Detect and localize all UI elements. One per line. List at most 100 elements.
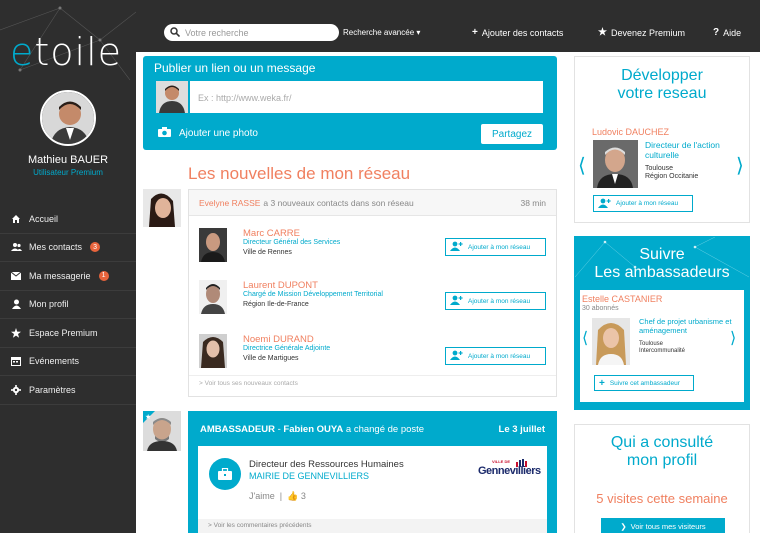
add-to-network-button[interactable]: Ajouter à mon réseau xyxy=(445,347,546,365)
like-count: 3 xyxy=(300,491,306,501)
sidebar-item-label: Accueil xyxy=(29,213,59,224)
follow-ambassador-button[interactable]: + Suivre cet ambassadeur xyxy=(594,375,694,391)
sidebar-item-profil[interactable]: Mon profil xyxy=(0,291,136,319)
app-logo[interactable]: etoile xyxy=(10,30,122,74)
add-contacts-label: Ajouter des contacts xyxy=(481,27,564,38)
like-button[interactable]: J'aime xyxy=(249,491,275,501)
add-photo-button[interactable]: Ajouter une photo xyxy=(158,127,258,140)
logo-text: toile xyxy=(34,30,123,74)
chevron-left-icon[interactable]: ⟨ xyxy=(582,328,588,347)
sidebar-item-label: Ma messagerie xyxy=(29,270,91,281)
ambassador-name[interactable]: Estelle CASTANIER xyxy=(582,294,662,304)
ambassador-location-1: Toulouse xyxy=(639,341,664,347)
publish-input-wrap xyxy=(190,81,543,113)
publish-input[interactable] xyxy=(198,93,535,103)
add-to-network-label: Ajouter à mon réseau xyxy=(616,200,679,207)
avatar[interactable] xyxy=(143,189,181,227)
add-user-icon xyxy=(450,241,463,253)
suggestion-name[interactable]: Ludovic DAUCHEZ xyxy=(592,127,669,137)
ambassador-action: a changé de poste xyxy=(345,424,425,435)
gennevilliers-logo: VILLE DE Gennevilliers xyxy=(478,459,541,481)
feed-action: a 3 nouveaux contacts dans son réseau xyxy=(263,197,414,208)
add-to-network-button[interactable]: Ajouter à mon réseau xyxy=(445,238,546,256)
see-visitors-label: Voir tous mes visiteurs xyxy=(630,521,706,531)
contact-photo[interactable] xyxy=(199,334,227,368)
avatar[interactable]: ★ xyxy=(143,411,181,451)
job-title: Directeur des Ressources Humaines xyxy=(249,459,404,470)
contact-photo[interactable] xyxy=(199,280,227,314)
mail-icon xyxy=(10,270,22,282)
advanced-search-link[interactable]: Recherche avancée ▾ xyxy=(343,28,420,37)
develop-network-panel: Développer votre reseau Ludovic DAUCHEZ ⟨… xyxy=(574,56,750,223)
sidebar-item-premium[interactable]: Espace Premium xyxy=(0,319,136,348)
visit-count: 5 visites cette semaine xyxy=(596,491,728,506)
feed-actor-name[interactable]: Evelyne RASSE xyxy=(199,198,260,208)
feed-header: Evelyne RASSE a 3 nouveaux contacts dans… xyxy=(189,190,556,216)
see-all-visitors-button[interactable]: ❯ Voir tous mes visiteurs xyxy=(601,518,725,533)
briefcase-icon xyxy=(209,458,241,490)
add-to-network-button[interactable]: Ajouter à mon réseau xyxy=(593,195,693,212)
panel-title: Suivre Les ambassadeurs xyxy=(575,246,749,282)
contact-photo[interactable] xyxy=(199,228,227,262)
ambassador-followers: 30 abonnés xyxy=(582,305,619,312)
contacts-icon xyxy=(10,241,22,253)
like-row: J'aime | 👍 3 xyxy=(249,491,306,501)
sidebar-item-parametres[interactable]: Paramètres xyxy=(0,376,136,405)
sidebar-item-contacts[interactable]: Mes contacts 3 xyxy=(0,234,136,262)
sidebar-item-messagerie[interactable]: Ma messagerie 1 xyxy=(0,262,136,291)
add-user-icon xyxy=(450,295,463,307)
sidebar-item-evenements[interactable]: Evénements xyxy=(0,348,136,376)
plus-icon: + xyxy=(599,377,605,389)
ambassador-card: Estelle CASTANIER 30 abonnés ⟨ Chef de p… xyxy=(580,290,744,402)
search-icon[interactable] xyxy=(170,24,181,42)
see-all-contacts-link[interactable]: > Voir tous ses nouveaux contacts xyxy=(199,380,298,387)
contact-title: Directeur Général des Services xyxy=(243,239,341,246)
ambassador-headline: AMBASSADEUR - Fabien OUYA a changé de po… xyxy=(200,424,425,435)
see-previous-comments-link[interactable]: > Voir les commentaires précédents xyxy=(198,519,547,533)
add-user-icon xyxy=(450,350,463,362)
ambassadors-panel: Suivre Les ambassadeurs Estelle CASTANIER… xyxy=(574,236,750,410)
sidebar-item-accueil[interactable]: Accueil xyxy=(0,205,136,234)
premium-link[interactable]: ★ Devenez Premium xyxy=(598,27,685,38)
sidebar-item-label: Espace Premium xyxy=(29,327,98,338)
suggestion-photo[interactable] xyxy=(593,140,638,188)
user-name[interactable]: Mathieu BAUER xyxy=(0,154,136,166)
thumbs-up-icon: 👍 xyxy=(287,491,299,501)
panel-title-line1: Qui a consulté xyxy=(610,434,714,451)
add-to-network-button[interactable]: Ajouter à mon réseau xyxy=(445,292,546,310)
contact-location: Ville de Martigues xyxy=(243,355,299,362)
contact-name[interactable]: Laurent DUPONT xyxy=(243,280,318,291)
add-to-network-label: Ajouter à mon réseau xyxy=(468,243,531,251)
star-icon xyxy=(10,327,22,339)
panel-title-line2: Les ambassadeurs xyxy=(594,264,730,281)
chevron-right-icon[interactable]: ⟩ xyxy=(730,328,736,347)
ambassador-photo[interactable] xyxy=(592,318,630,365)
ambassador-name[interactable]: Fabien OUYA xyxy=(283,424,343,435)
sidebar-item-label: Evénements xyxy=(29,356,80,367)
contact-name[interactable]: Marc CARRE xyxy=(243,228,300,239)
contact-location: Région Ile-de-France xyxy=(243,301,309,308)
sidebar-item-label: Mon profil xyxy=(29,299,69,310)
add-to-network-label: Ajouter à mon réseau xyxy=(468,297,531,305)
chevron-left-icon[interactable]: ⟨ xyxy=(578,153,586,177)
feed-date: Le 3 juillet xyxy=(498,424,545,435)
panel-title-line2: mon profil xyxy=(626,452,698,469)
chevron-right-icon: ❯ xyxy=(620,521,627,531)
share-button[interactable]: Partagez xyxy=(481,124,543,144)
add-photo-label: Ajouter une photo xyxy=(179,128,258,139)
avatar[interactable] xyxy=(40,90,96,146)
sidebar-nav: Accueil Mes contacts 3 Ma messagerie 1 Mon… xyxy=(0,205,136,405)
logo-small-text: VILLE DE xyxy=(492,459,511,464)
ambassador-location: Toulouse Intercommunalité xyxy=(639,341,685,355)
job-company[interactable]: MAIRIE DE GENNEVILLIERS xyxy=(249,471,369,481)
chevron-right-icon[interactable]: ⟩ xyxy=(736,153,744,177)
divider xyxy=(189,375,556,376)
contact-name[interactable]: Noemi DURAND xyxy=(243,334,314,345)
search-input[interactable] xyxy=(185,27,325,38)
help-link[interactable]: ? Aide xyxy=(713,27,741,38)
ambassador-location-2: Intercommunalité xyxy=(639,348,686,354)
add-contacts-link[interactable]: + Ajouter des contacts xyxy=(472,27,563,38)
publish-box: Publier un lien ou un message Ajouter un… xyxy=(143,56,557,150)
suggestion-location: Toulouse Région Occitanie xyxy=(645,165,698,181)
feed-item-ambassador: AMBASSADEUR - Fabien OUYA a changé de po… xyxy=(188,411,557,533)
